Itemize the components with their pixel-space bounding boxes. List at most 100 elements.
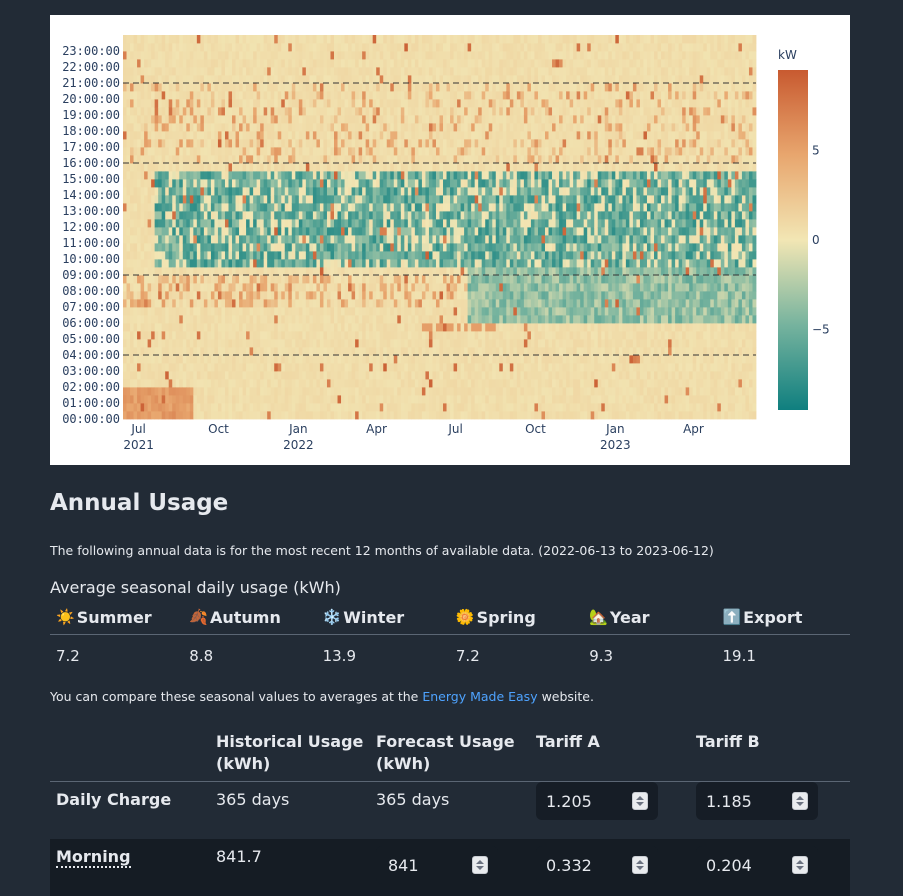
heatmap-cell — [386, 59, 391, 68]
heatmap-cell — [337, 35, 342, 44]
heatmap-cell — [154, 211, 159, 220]
heatmap-cell — [348, 51, 352, 60]
heatmap-cell — [221, 211, 226, 220]
heatmap-cell — [450, 379, 454, 388]
heatmap-cell — [457, 67, 461, 76]
heatmap-cell — [330, 307, 335, 316]
heatmap-cell — [309, 211, 314, 220]
heatmap-cell — [161, 267, 166, 276]
heatmap-cell — [341, 107, 345, 116]
heatmap-cell — [341, 51, 345, 60]
heatmap-cell — [217, 339, 222, 348]
heatmap-cell — [319, 387, 324, 396]
heatmap-cell — [432, 411, 437, 420]
heatmap-cell — [214, 363, 219, 372]
heatmap-cell — [284, 395, 289, 404]
heatmap-cell — [457, 107, 461, 116]
heatmap-cell — [460, 243, 465, 252]
heatmap-cell — [263, 147, 268, 156]
heatmap-cell — [288, 395, 293, 404]
heatmap-cell — [200, 219, 205, 228]
heatmap-cell — [369, 371, 374, 380]
heatmap-cell — [439, 355, 444, 364]
heatmap-cell — [407, 203, 412, 212]
heatmap-cell — [260, 227, 265, 236]
heatmap-cell — [432, 59, 437, 68]
heatmap-cell — [369, 219, 374, 228]
heatmap-cell — [450, 147, 454, 156]
heatmap-cell — [281, 91, 286, 100]
heatmap-cell — [277, 59, 282, 68]
heatmap-cell — [154, 91, 159, 100]
heatmap-cell — [443, 347, 447, 356]
heatmap-cell — [126, 323, 131, 332]
heatmap-cell — [133, 35, 138, 44]
heatmap-cell — [355, 267, 360, 276]
heatmap-cell — [253, 99, 258, 108]
heatmap-cell — [239, 83, 243, 92]
heatmap-cell — [439, 371, 444, 380]
heatmap-cell — [471, 259, 476, 268]
heatmap-cell — [323, 347, 328, 356]
heatmap-cell — [457, 243, 461, 252]
heatmap-cell — [428, 307, 433, 316]
heatmap-cell — [432, 163, 437, 172]
heatmap-cell — [130, 259, 134, 268]
heatmap-cell — [425, 187, 430, 196]
heatmap-cell — [474, 411, 479, 420]
heatmap-cell — [232, 75, 236, 84]
heatmap-cell — [144, 299, 149, 308]
heatmap-cell — [460, 219, 465, 228]
heatmap-cell — [330, 107, 335, 116]
heatmap-cell — [140, 267, 145, 276]
heatmap-cell — [302, 219, 307, 228]
heatmap-cell — [488, 387, 493, 396]
heatmap-cell — [365, 339, 370, 348]
heatmap-cell — [425, 123, 430, 132]
heatmap-cell — [474, 131, 479, 140]
heatmap-cell — [326, 259, 331, 268]
heatmap-cell — [305, 227, 310, 236]
heatmap-cell — [224, 275, 229, 284]
heatmap-cell — [485, 395, 490, 404]
heatmap-cell — [189, 51, 194, 60]
heatmap-cell — [309, 83, 314, 92]
heatmap-cell — [281, 355, 286, 364]
heatmap-cell — [471, 235, 476, 244]
heatmap-cell — [288, 203, 293, 212]
heatmap-cell — [386, 411, 391, 420]
heatmap-cell — [471, 67, 476, 76]
heatmap-cell — [154, 163, 159, 172]
heatmap-cell — [471, 115, 476, 124]
heatmap-cell — [397, 99, 402, 108]
heatmap-cell — [130, 35, 134, 44]
heatmap-cell — [453, 331, 458, 340]
heatmap-cell — [126, 211, 131, 220]
heatmap-cell — [186, 35, 191, 44]
heatmap-cell — [365, 147, 370, 156]
heatmap-cell — [221, 299, 226, 308]
heatmap-cell — [158, 147, 163, 156]
heatmap-cell — [344, 227, 349, 236]
heatmap-cell — [298, 203, 303, 212]
heatmap-cell — [249, 339, 254, 348]
heatmap-cell — [295, 171, 300, 180]
heatmap-cell — [379, 387, 384, 396]
heatmap-cell — [425, 99, 430, 108]
heatmap-cell — [295, 179, 300, 188]
heatmap-cell — [323, 115, 328, 124]
heatmap-cell — [326, 35, 331, 44]
heatmap-cell — [326, 91, 331, 100]
heatmap-cell — [214, 259, 219, 268]
heatmap-cell — [474, 99, 479, 108]
heatmap-cell — [133, 115, 138, 124]
heatmap-cell — [161, 235, 166, 244]
heatmap-cell — [362, 259, 367, 268]
heatmap-cell — [175, 363, 180, 372]
heatmap-cell — [270, 371, 275, 380]
heatmap-cell — [281, 179, 286, 188]
heatmap-cell — [309, 107, 314, 116]
heatmap-cell — [239, 43, 243, 52]
heatmap-cell — [390, 179, 395, 188]
heatmap-cell — [140, 91, 145, 100]
